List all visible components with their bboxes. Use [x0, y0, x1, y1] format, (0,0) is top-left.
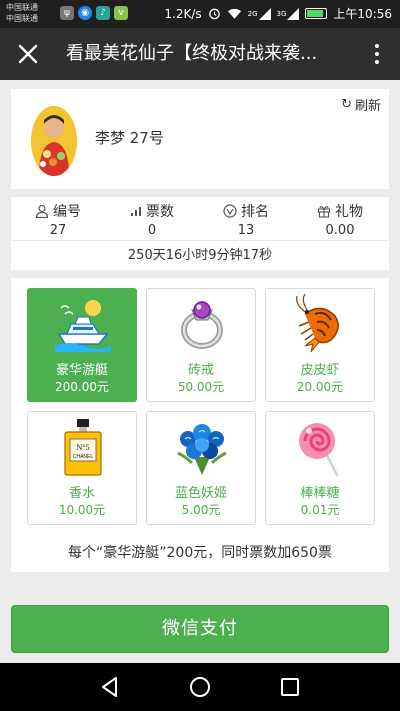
stats-panel: 编号 27 票数 0 排名 13 礼物 0.00 250天16小时9分钟17秒	[11, 197, 389, 270]
avatar-photo	[31, 106, 77, 176]
gift-name: 皮皮虾	[300, 363, 340, 378]
gift-option-blue-rose[interactable]: 蓝色妖姬 5.00元	[146, 411, 256, 525]
contestant-name: 李梦 27号	[95, 129, 164, 147]
gift-option-yacht[interactable]: 豪华游艇 200.00元	[27, 288, 137, 402]
gift-name: 蓝色妖姬	[174, 486, 227, 501]
alarm-icon	[208, 8, 220, 20]
gift-price: 20.00元	[296, 380, 344, 394]
shrimp-icon	[296, 294, 339, 353]
perfume-label-top: N°5	[77, 443, 90, 452]
close-icon	[18, 44, 38, 64]
wechat-pay-button[interactable]: 微信支付	[11, 605, 389, 653]
stat-label: 票数	[146, 204, 174, 220]
divider	[11, 240, 389, 241]
stat-label: 礼物	[335, 204, 363, 220]
stat-value: 13	[237, 223, 255, 238]
countdown-timer: 250天16小时9分钟17秒	[127, 248, 273, 263]
vivo-icon: v	[114, 6, 128, 20]
refresh-icon: ↻	[341, 97, 352, 112]
carrier-1: 中国联通	[6, 3, 38, 12]
stat-gifts: 礼物 0.00	[293, 201, 387, 238]
refresh-button[interactable]: ↻ 刷新	[341, 95, 381, 114]
title-bar: 看最美花仙子【终极对战来袭...	[0, 28, 400, 80]
stat-label: 排名	[241, 204, 269, 220]
gift-price: 50.00元	[177, 380, 225, 394]
network-type-2: 3G	[276, 9, 287, 18]
stat-number: 编号 27	[11, 201, 105, 238]
gift-option-shrimp[interactable]: 皮皮虾 20.00元	[265, 288, 375, 402]
signal-icon-2	[287, 7, 300, 20]
gift-price: 0.01元	[300, 503, 340, 517]
signal-icon-1	[258, 7, 271, 20]
gift-grid: 豪华游艇 200.00元 砖戒 50.00元 皮皮虾 20.00元 N°5 CH…	[11, 278, 389, 572]
yacht-icon	[55, 300, 111, 352]
stat-value: 0	[147, 223, 157, 238]
gift-name: 棒棒糖	[300, 486, 340, 501]
close-button[interactable]	[8, 34, 48, 74]
stat-rank: 排名 13	[199, 201, 293, 238]
home-icon[interactable]	[188, 675, 212, 699]
stat-label: 编号	[53, 204, 81, 220]
person-icon	[35, 204, 49, 218]
bar-chart-icon	[131, 207, 141, 216]
lollipop-icon	[299, 423, 339, 477]
battery-icon	[305, 8, 328, 19]
battery-fill	[307, 10, 323, 17]
network-type-1: 2G	[247, 9, 258, 18]
carrier-info: 中国联通 中国联通	[6, 2, 38, 24]
carrier-2: 中国联通	[6, 14, 38, 23]
perfume-icon: N°5 CHANEL	[64, 419, 102, 476]
gift-price: 5.00元	[181, 503, 221, 517]
notification-icons: ψ ◉ ♪ v	[60, 6, 128, 20]
recent-apps-icon[interactable]	[278, 675, 302, 699]
globe-icon: ◉	[78, 6, 92, 20]
gift-icon	[317, 206, 331, 218]
more-dot	[375, 44, 379, 48]
system-nav-bar	[0, 663, 400, 711]
gift-note: 每个“豪华游艇”200元，同时票数加650票	[68, 545, 332, 561]
app-icon: ♪	[96, 6, 110, 20]
more-dot	[375, 60, 379, 64]
gift-name: 豪华游艇	[55, 363, 108, 378]
blue-rose-icon	[177, 424, 227, 475]
gift-option-ring[interactable]: 砖戒 50.00元	[146, 288, 256, 402]
stat-value: 0.00	[325, 223, 355, 238]
gift-name: 砖戒	[187, 363, 214, 378]
stat-votes: 票数 0	[105, 201, 199, 238]
gift-price: 10.00元	[58, 503, 106, 517]
ring-icon	[181, 301, 223, 349]
net-speed: 1.2K/s	[164, 6, 202, 21]
wifi-icon	[227, 8, 241, 19]
more-menu-button[interactable]	[362, 34, 392, 74]
status-bar: 中国联通 中国联通 ψ ◉ ♪ v 1.2K/s 2G 3G 上午10:56	[0, 0, 400, 28]
usb-icon: ψ	[60, 6, 74, 20]
more-dot	[375, 52, 379, 56]
avatar[interactable]	[31, 106, 77, 176]
gift-option-lollipop[interactable]: 棒棒糖 0.01元	[265, 411, 375, 525]
rank-badge-icon	[223, 204, 237, 218]
clock: 上午10:56	[333, 7, 392, 21]
stat-value: 27	[49, 223, 67, 238]
status-right: 1.2K/s 2G 3G 上午10:56	[164, 5, 392, 22]
gift-name: 香水	[68, 486, 95, 501]
profile-card: ↻ 刷新 李梦 27号	[11, 89, 389, 189]
gift-price: 200.00元	[55, 380, 109, 394]
page-title: 看最美花仙子【终极对战来袭...	[66, 43, 318, 64]
perfume-label-bottom: CHANEL	[73, 454, 94, 460]
back-icon[interactable]	[98, 675, 122, 699]
refresh-label: 刷新	[354, 99, 381, 114]
gift-option-perfume[interactable]: N°5 CHANEL 香水 10.00元	[27, 411, 137, 525]
